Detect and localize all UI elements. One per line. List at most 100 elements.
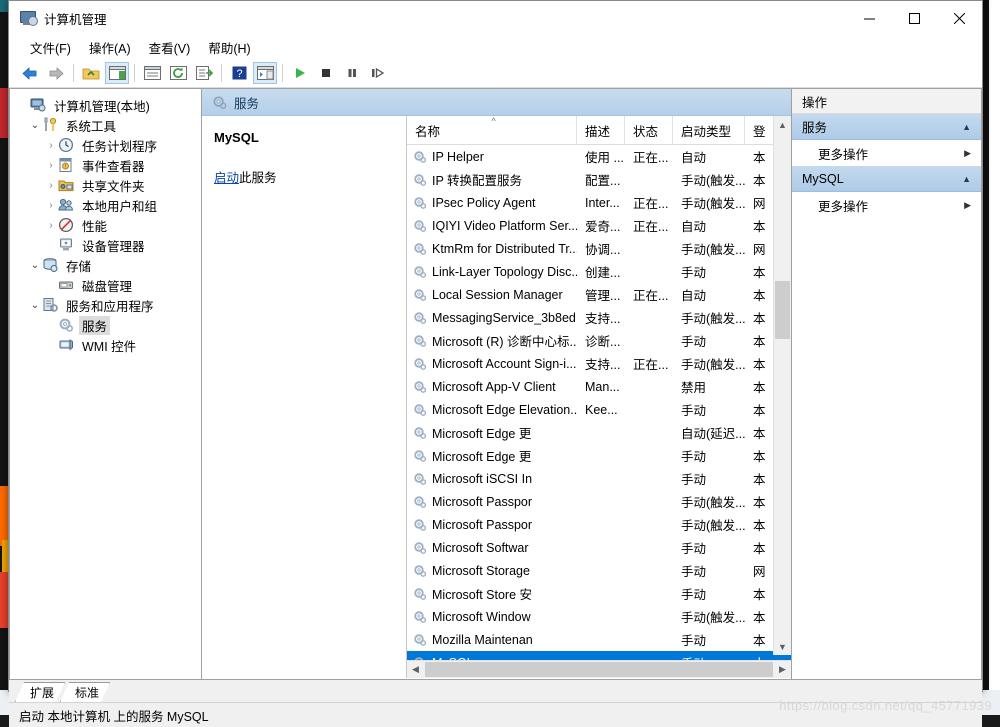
event-viewer-icon: ! bbox=[58, 157, 75, 173]
service-gear-icon bbox=[413, 380, 427, 394]
table-row[interactable]: Microsoft iSCSI In 手动 本 bbox=[407, 467, 791, 490]
tree-item-设备管理器[interactable]: 设备管理器 bbox=[14, 235, 201, 255]
service-gear-icon bbox=[413, 541, 427, 555]
scroll-up-icon[interactable]: ▲ bbox=[774, 116, 791, 133]
table-row[interactable]: Microsoft Storage 手动 网 bbox=[407, 559, 791, 582]
table-row[interactable]: Microsoft App-V Client Man... 禁用 本 bbox=[407, 375, 791, 398]
menu-help[interactable]: 帮助(H) bbox=[199, 36, 259, 59]
tree-item-本地用户和组[interactable]: › 本地用户和组 bbox=[14, 195, 201, 215]
chevron-right-icon[interactable]: › bbox=[44, 200, 58, 211]
minimize-button[interactable] bbox=[847, 1, 892, 35]
computer-icon bbox=[30, 97, 47, 113]
maximize-button[interactable] bbox=[892, 1, 937, 35]
table-row[interactable]: MessagingService_3b8ed 支持... 手动(触发... 本 bbox=[407, 306, 791, 329]
table-row[interactable]: Microsoft Passpor 手动(触发... 本 bbox=[407, 513, 791, 536]
tree-item-计算机管理(本地)[interactable]: 计算机管理(本地) bbox=[14, 95, 201, 115]
scroll-down-icon[interactable]: ▼ bbox=[774, 638, 791, 655]
table-row[interactable]: Microsoft Account Sign-i... 支持... 正在... 手动(… bbox=[407, 352, 791, 375]
chevron-right-icon[interactable]: › bbox=[44, 160, 58, 171]
tree-item-服务[interactable]: 服务 bbox=[14, 315, 201, 335]
column-header-status[interactable]: 状态 bbox=[625, 116, 673, 144]
close-button[interactable] bbox=[937, 1, 982, 35]
table-row[interactable]: IPsec Policy Agent Inter... 正在... 手动(触发... 网 bbox=[407, 191, 791, 214]
forward-icon[interactable] bbox=[44, 62, 68, 84]
chevron-down-icon[interactable]: ⌄ bbox=[28, 120, 42, 131]
table-row[interactable]: Microsoft Softwar 手动 本 bbox=[407, 536, 791, 559]
tree-item-磁盘管理[interactable]: 磁盘管理 bbox=[14, 275, 201, 295]
chevron-right-icon[interactable]: › bbox=[44, 220, 58, 231]
tree-item-存储[interactable]: ⌄ 存储 bbox=[14, 255, 201, 275]
show-hide-tree-icon[interactable] bbox=[105, 62, 129, 84]
horizontal-scrollbar-thumb[interactable] bbox=[425, 662, 773, 677]
toolbar: ? bbox=[9, 59, 982, 88]
menu-file[interactable]: 文件(F) bbox=[21, 36, 80, 59]
table-row[interactable]: Mozilla Maintenan 手动 本 bbox=[407, 628, 791, 651]
up-folder-icon[interactable] bbox=[79, 62, 103, 84]
help-icon[interactable]: ? bbox=[227, 62, 251, 84]
table-row[interactable]: Microsoft Edge 更 自动(延迟... 本 bbox=[407, 421, 791, 444]
chevron-up-icon[interactable]: ▲ bbox=[962, 122, 971, 132]
service-startup-type-cell: 手动 bbox=[681, 634, 707, 648]
pause-service-icon[interactable] bbox=[340, 62, 364, 84]
show-action-pane-icon[interactable] bbox=[253, 62, 277, 84]
chevron-up-icon[interactable]: ▲ bbox=[962, 174, 971, 184]
table-row[interactable]: Local Session Manager 管理... 正在... 自动 本 bbox=[407, 283, 791, 306]
start-service-link[interactable]: 启动 bbox=[214, 171, 239, 185]
chevron-down-icon[interactable]: ⌄ bbox=[28, 260, 42, 271]
tree-item-性能[interactable]: › 性能 bbox=[14, 215, 201, 235]
service-gear-icon bbox=[413, 518, 427, 532]
tree-item-共享文件夹[interactable]: › 共享文件夹 bbox=[14, 175, 201, 195]
service-description-cell: 支持... bbox=[585, 312, 621, 326]
service-startup-type-cell: 自动(延迟... bbox=[681, 427, 745, 441]
chevron-right-icon[interactable]: › bbox=[44, 180, 58, 191]
tree-item-服务和应用程序[interactable]: ⌄ 服务和应用程序 bbox=[14, 295, 201, 315]
table-row[interactable]: IP 转换配置服务 配置... 手动(触发... 本 bbox=[407, 168, 791, 191]
chevron-down-icon[interactable]: ⌄ bbox=[28, 300, 42, 311]
table-row[interactable]: Microsoft Store 安 手动 本 bbox=[407, 582, 791, 605]
list-horizontal-scrollbar[interactable]: ◀ ▶ bbox=[407, 660, 791, 678]
table-row[interactable]: Microsoft Window 手动(触发... 本 bbox=[407, 605, 791, 628]
actions-item-more-actions[interactable]: 更多操作 ▶ bbox=[792, 140, 981, 166]
table-row[interactable]: Link-Layer Topology Disc... 创建... 手动 本 bbox=[407, 260, 791, 283]
tab-standard[interactable]: 标准 bbox=[60, 682, 110, 702]
table-row[interactable]: Microsoft Passpor 手动(触发... 本 bbox=[407, 490, 791, 513]
table-row[interactable]: Microsoft Edge Elevation... Kee... 手动 本 bbox=[407, 398, 791, 421]
table-row[interactable]: IQIYI Video Platform Ser... 爱奇... 正在... 自动 本 bbox=[407, 214, 791, 237]
table-row[interactable]: KtmRm for Distributed Tr... 协调... 手动(触发...… bbox=[407, 237, 791, 260]
refresh-icon[interactable] bbox=[166, 62, 190, 84]
tab-extended[interactable]: 扩展 bbox=[15, 682, 65, 702]
start-service-suffix: 此服务 bbox=[239, 171, 277, 185]
table-row[interactable]: IP Helper 使用 ... 正在... 自动 本 bbox=[407, 145, 791, 168]
column-header-startup-type[interactable]: 启动类型 bbox=[673, 116, 745, 144]
chevron-right-icon[interactable]: › bbox=[44, 140, 58, 151]
tree-item-WMI 控件[interactable]: WMI 控件 bbox=[14, 335, 201, 355]
service-name-cell: IQIYI Video Platform Ser... bbox=[407, 219, 577, 233]
column-header-description[interactable]: 描述 bbox=[577, 116, 625, 144]
column-header-name-label: 名称 bbox=[415, 124, 441, 139]
tree-item-任务计划程序[interactable]: › 任务计划程序 bbox=[14, 135, 201, 155]
table-row[interactable]: Microsoft (R) 诊断中心标... 诊断... 手动 本 bbox=[407, 329, 791, 352]
table-row[interactable]: Microsoft Edge 更 手动 本 bbox=[407, 444, 791, 467]
export-list-icon[interactable] bbox=[192, 62, 216, 84]
service-name-cell: Microsoft Storage bbox=[407, 564, 577, 578]
restart-service-icon[interactable] bbox=[366, 62, 390, 84]
properties-icon[interactable] bbox=[140, 62, 164, 84]
scroll-right-icon[interactable]: ▶ bbox=[774, 664, 791, 675]
column-header-name[interactable]: 名称 ^ bbox=[407, 116, 577, 144]
scroll-left-icon[interactable]: ◀ bbox=[407, 664, 424, 675]
actions-item-more-actions[interactable]: 更多操作 ▶ bbox=[792, 192, 981, 218]
stop-service-icon[interactable] bbox=[314, 62, 338, 84]
start-service-icon[interactable] bbox=[288, 62, 312, 84]
column-header-log-on-as[interactable]: 登 bbox=[745, 116, 775, 144]
tree-item-系统工具[interactable]: ⌄ 系统工具 bbox=[14, 115, 201, 135]
toolbar-separator-1 bbox=[73, 64, 74, 82]
list-vertical-scrollbar[interactable]: ▲ ▼ bbox=[773, 116, 791, 655]
vertical-scrollbar-thumb[interactable] bbox=[775, 281, 790, 339]
tree-item-事件查看器[interactable]: ›! 事件查看器 bbox=[14, 155, 201, 175]
menu-action[interactable]: 操作(A) bbox=[80, 36, 140, 59]
actions-group-header-MySQL[interactable]: MySQL ▲ bbox=[792, 166, 981, 192]
actions-group-header-服务[interactable]: 服务 ▲ bbox=[792, 114, 981, 140]
users-icon bbox=[58, 197, 75, 213]
menu-view[interactable]: 查看(V) bbox=[140, 36, 200, 59]
back-icon[interactable] bbox=[18, 62, 42, 84]
